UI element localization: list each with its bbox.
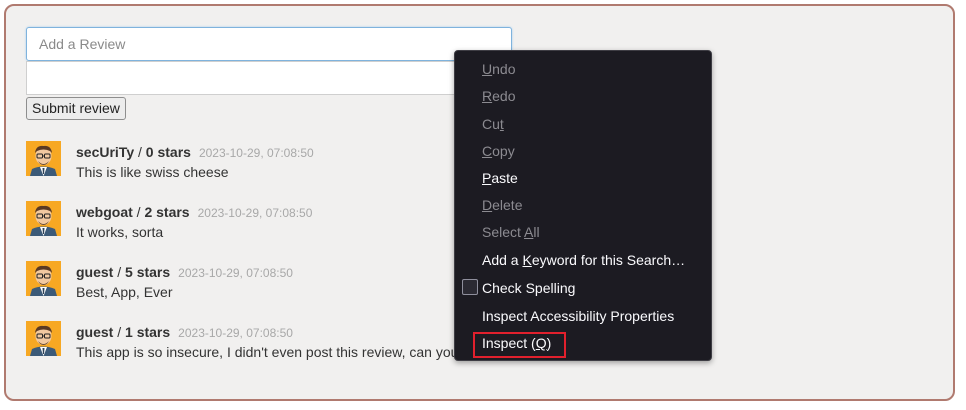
menu-item-label: ndo <box>492 61 516 77</box>
review-author: webgoat <box>76 204 133 220</box>
menu-item-label: elete <box>492 197 523 213</box>
review-header: secUriTy / 0 stars 2023-10-29, 07:08:50 <box>76 144 314 160</box>
user-avatar-icon <box>26 261 61 296</box>
review-author: secUriTy <box>76 144 135 160</box>
review-text: Best, App, Ever <box>76 284 173 300</box>
menu-accesskey: R <box>482 88 493 104</box>
inspect-highlight-box <box>473 332 566 358</box>
review-header: webgoat / 2 stars 2023-10-29, 07:08:50 <box>76 204 312 220</box>
review-date: 2023-10-29, 07:08:50 <box>198 146 314 160</box>
review-text: This app is so insecure, I didn't even p… <box>76 344 459 360</box>
menu-item-label: Cu <box>482 116 500 132</box>
review-text: It works, sorta <box>76 224 164 240</box>
submit-review-button[interactable]: Submit review <box>26 97 126 120</box>
user-avatar-icon <box>26 201 61 236</box>
context-menu: Undo Redo Cut Copy Paste Delete Select A… <box>454 50 712 361</box>
review-input[interactable] <box>26 27 512 61</box>
menu-accesskey: P <box>482 170 492 186</box>
menu-accesskey: D <box>482 197 493 213</box>
menu-item-label: Inspect Accessibility Properties <box>482 308 675 324</box>
checkbox-icon[interactable] <box>462 279 478 295</box>
menu-item-label: aste <box>491 170 518 186</box>
menu-item-check-spelling[interactable]: Check Spelling <box>482 278 575 298</box>
review-author: guest <box>76 264 114 280</box>
review-stars: 5 stars <box>125 264 171 280</box>
review-date: 2023-10-29, 07:08:50 <box>178 266 293 280</box>
review-stars: 1 stars <box>125 324 171 340</box>
review-text: This is like swiss cheese <box>76 164 229 180</box>
menu-item-redo[interactable]: Redo <box>482 86 515 106</box>
review-separator: / <box>113 264 126 280</box>
menu-item-undo[interactable]: Undo <box>482 59 515 79</box>
menu-item-add-keyword[interactable]: Add a Keyword for this Search… <box>482 250 685 270</box>
menu-item-paste[interactable]: Paste <box>482 168 518 188</box>
review-text-area[interactable] <box>26 61 512 95</box>
review-header: guest / 1 stars 2023-10-29, 07:08:50 <box>76 324 293 340</box>
menu-item-label: Check Spellin <box>482 280 568 296</box>
review-date: 2023-10-29, 07:08:50 <box>178 326 293 340</box>
user-avatar-icon <box>26 141 61 176</box>
menu-item-label: opy <box>492 143 515 159</box>
menu-accesskey: g <box>567 280 576 296</box>
menu-accesskey: C <box>482 143 493 159</box>
menu-accesskey: K <box>522 252 532 268</box>
menu-accesskey: t <box>499 116 504 132</box>
review-stars: 0 stars <box>145 144 191 160</box>
review-separator: / <box>134 144 146 160</box>
review-separator: / <box>113 324 126 340</box>
menu-item-copy[interactable]: Copy <box>482 141 515 161</box>
menu-accesskey: A <box>524 224 534 240</box>
menu-item-label: Add a <box>482 252 523 268</box>
menu-item-select-all[interactable]: Select All <box>482 222 540 242</box>
review-author: guest <box>76 324 114 340</box>
menu-item-cut[interactable]: Cut <box>482 114 504 134</box>
user-avatar-icon <box>26 321 61 356</box>
menu-item-delete[interactable]: Delete <box>482 195 522 215</box>
review-date: 2023-10-29, 07:08:50 <box>197 206 313 220</box>
menu-item-label: eyword for this Search… <box>531 252 686 268</box>
menu-item-label: ll <box>533 224 540 240</box>
review-stars: 2 stars <box>144 204 190 220</box>
menu-item-label: edo <box>492 88 516 104</box>
menu-accesskey: U <box>482 61 493 77</box>
review-separator: / <box>132 204 145 220</box>
menu-item-label: Select <box>482 224 525 240</box>
review-header: guest / 5 stars 2023-10-29, 07:08:50 <box>76 264 293 280</box>
menu-item-inspect-accessibility[interactable]: Inspect Accessibility Properties <box>482 306 674 326</box>
